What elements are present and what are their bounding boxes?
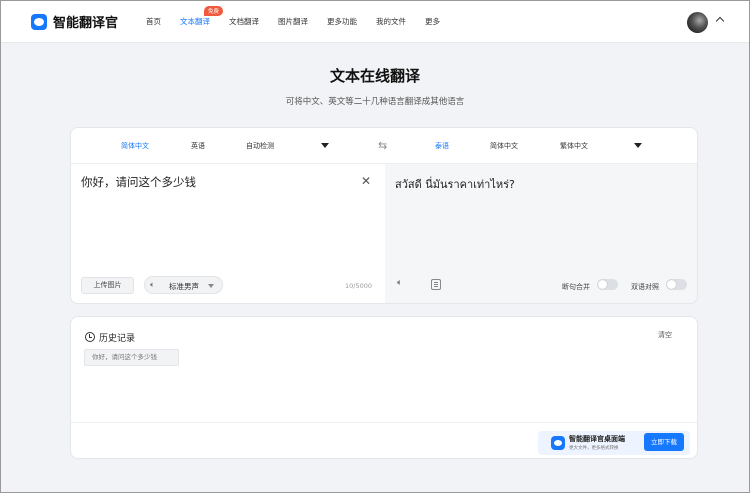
source-text-input[interactable]: 你好，请问这个多少钱 [81,174,196,190]
source-lang-simplified-chinese[interactable]: 简体中文 [121,141,149,151]
nav-item-doc-translate[interactable]: 文档翻译 [229,16,259,27]
clear-history-button[interactable]: 清空 [658,330,672,340]
char-limit: /5000 [353,282,373,290]
download-button[interactable]: 立即下载 [644,433,684,451]
chevron-up-icon[interactable] [715,16,725,26]
source-lang-auto-detect[interactable]: 自动检测 [246,141,274,151]
voice-select-label: 标准男声 [169,282,199,291]
target-lang-traditional-chinese[interactable]: 繁体中文 [560,141,588,151]
history-clock-icon [85,332,95,342]
history-card: 历史记录 清空 你好，请问这个多少钱 智能翻译官桌面端 更大文件，更多格式转换 … [70,316,698,459]
copy-icon[interactable] [431,279,441,290]
target-lang-dropdown-icon[interactable] [634,143,642,148]
promo-title: 智能翻译官桌面端 [569,435,625,443]
swap-arrows-icon[interactable]: ⇆ [378,139,387,152]
divider [71,422,697,423]
language-bar: 简体中文 英语 自动检测 ⇆ 泰语 简体中文 繁体中文 [71,128,697,164]
upload-image-button[interactable]: 上传图片 [81,277,134,294]
translation-output: สวัสดี นี่มันราคาเท่าไหร่? [395,178,515,191]
speaker-icon: 🔈︎ [150,280,155,289]
target-lang-simplified-chinese[interactable]: 简体中文 [490,141,518,151]
sentence-merge-toggle[interactable] [597,279,618,290]
translator-card: 简体中文 英语 自动检测 ⇆ 泰语 简体中文 繁体中文 你好，请问这个多少钱 ✕… [70,127,698,304]
app-logo-icon [31,13,47,30]
bilingual-label: 双语对照 [631,283,659,291]
char-counter: 10/5000 [345,282,372,290]
sentence-merge-label: 断句合并 [562,283,590,291]
source-pane: 你好，请问这个多少钱 ✕ 上传图片 🔈︎ 标准男声 10/5000 [71,164,385,303]
page-title: 文本在线翻译 [329,67,420,85]
free-badge: 免费 [204,6,224,16]
target-pane: สวัสดี นี่มันราคาเท่าไหร่? 🔈︎ 断句合并 双语对照 [385,164,697,303]
chevron-down-icon [208,284,214,288]
source-lang-english[interactable]: 英语 [191,141,205,151]
bilingual-toggle[interactable] [666,279,687,290]
voice-select[interactable]: 🔈︎ 标准男声 [144,276,223,294]
nav-item-my-files[interactable]: 我的文件 [376,16,406,27]
brand-name: 智能翻译官 [53,16,119,31]
target-lang-thai[interactable]: 泰语 [435,141,449,151]
nav-item-text-translate[interactable]: 文本翻译 免费 [180,6,224,27]
top-nav: 智能翻译官 首页 文本翻译 免费 文档翻译 图片翻译 更多功能 我的文件 更多 [1,1,749,43]
close-icon[interactable]: ✕ [361,174,371,188]
brand[interactable]: 智能翻译官 [31,12,118,31]
page-subtitle: 可将中文、英文等二十几种语言翻译成其他语言 [285,97,465,107]
nav-item-home[interactable]: 首页 [146,16,161,27]
app-logo-icon [551,436,565,450]
desktop-app-promo: 智能翻译官桌面端 更大文件，更多格式转换 立即下载 [538,431,690,455]
nav-item-more[interactable]: 更多 [425,16,440,27]
nav-item-image-translate[interactable]: 图片翻译 [278,16,308,27]
nav-menu: 首页 文本翻译 免费 文档翻译 图片翻译 更多功能 我的文件 更多 [146,6,459,27]
history-item[interactable]: 你好，请问这个多少钱 [84,349,179,366]
history-title: 历史记录 [99,334,136,344]
nav-item-more-features[interactable]: 更多功能 [327,16,357,27]
promo-subtitle: 更大文件，更多格式转换 [569,446,619,451]
speaker-icon[interactable]: 🔈︎ [397,278,402,288]
nav-item-label: 文本翻译 [180,17,211,26]
avatar[interactable] [687,12,708,33]
source-lang-dropdown-icon[interactable] [321,143,329,148]
